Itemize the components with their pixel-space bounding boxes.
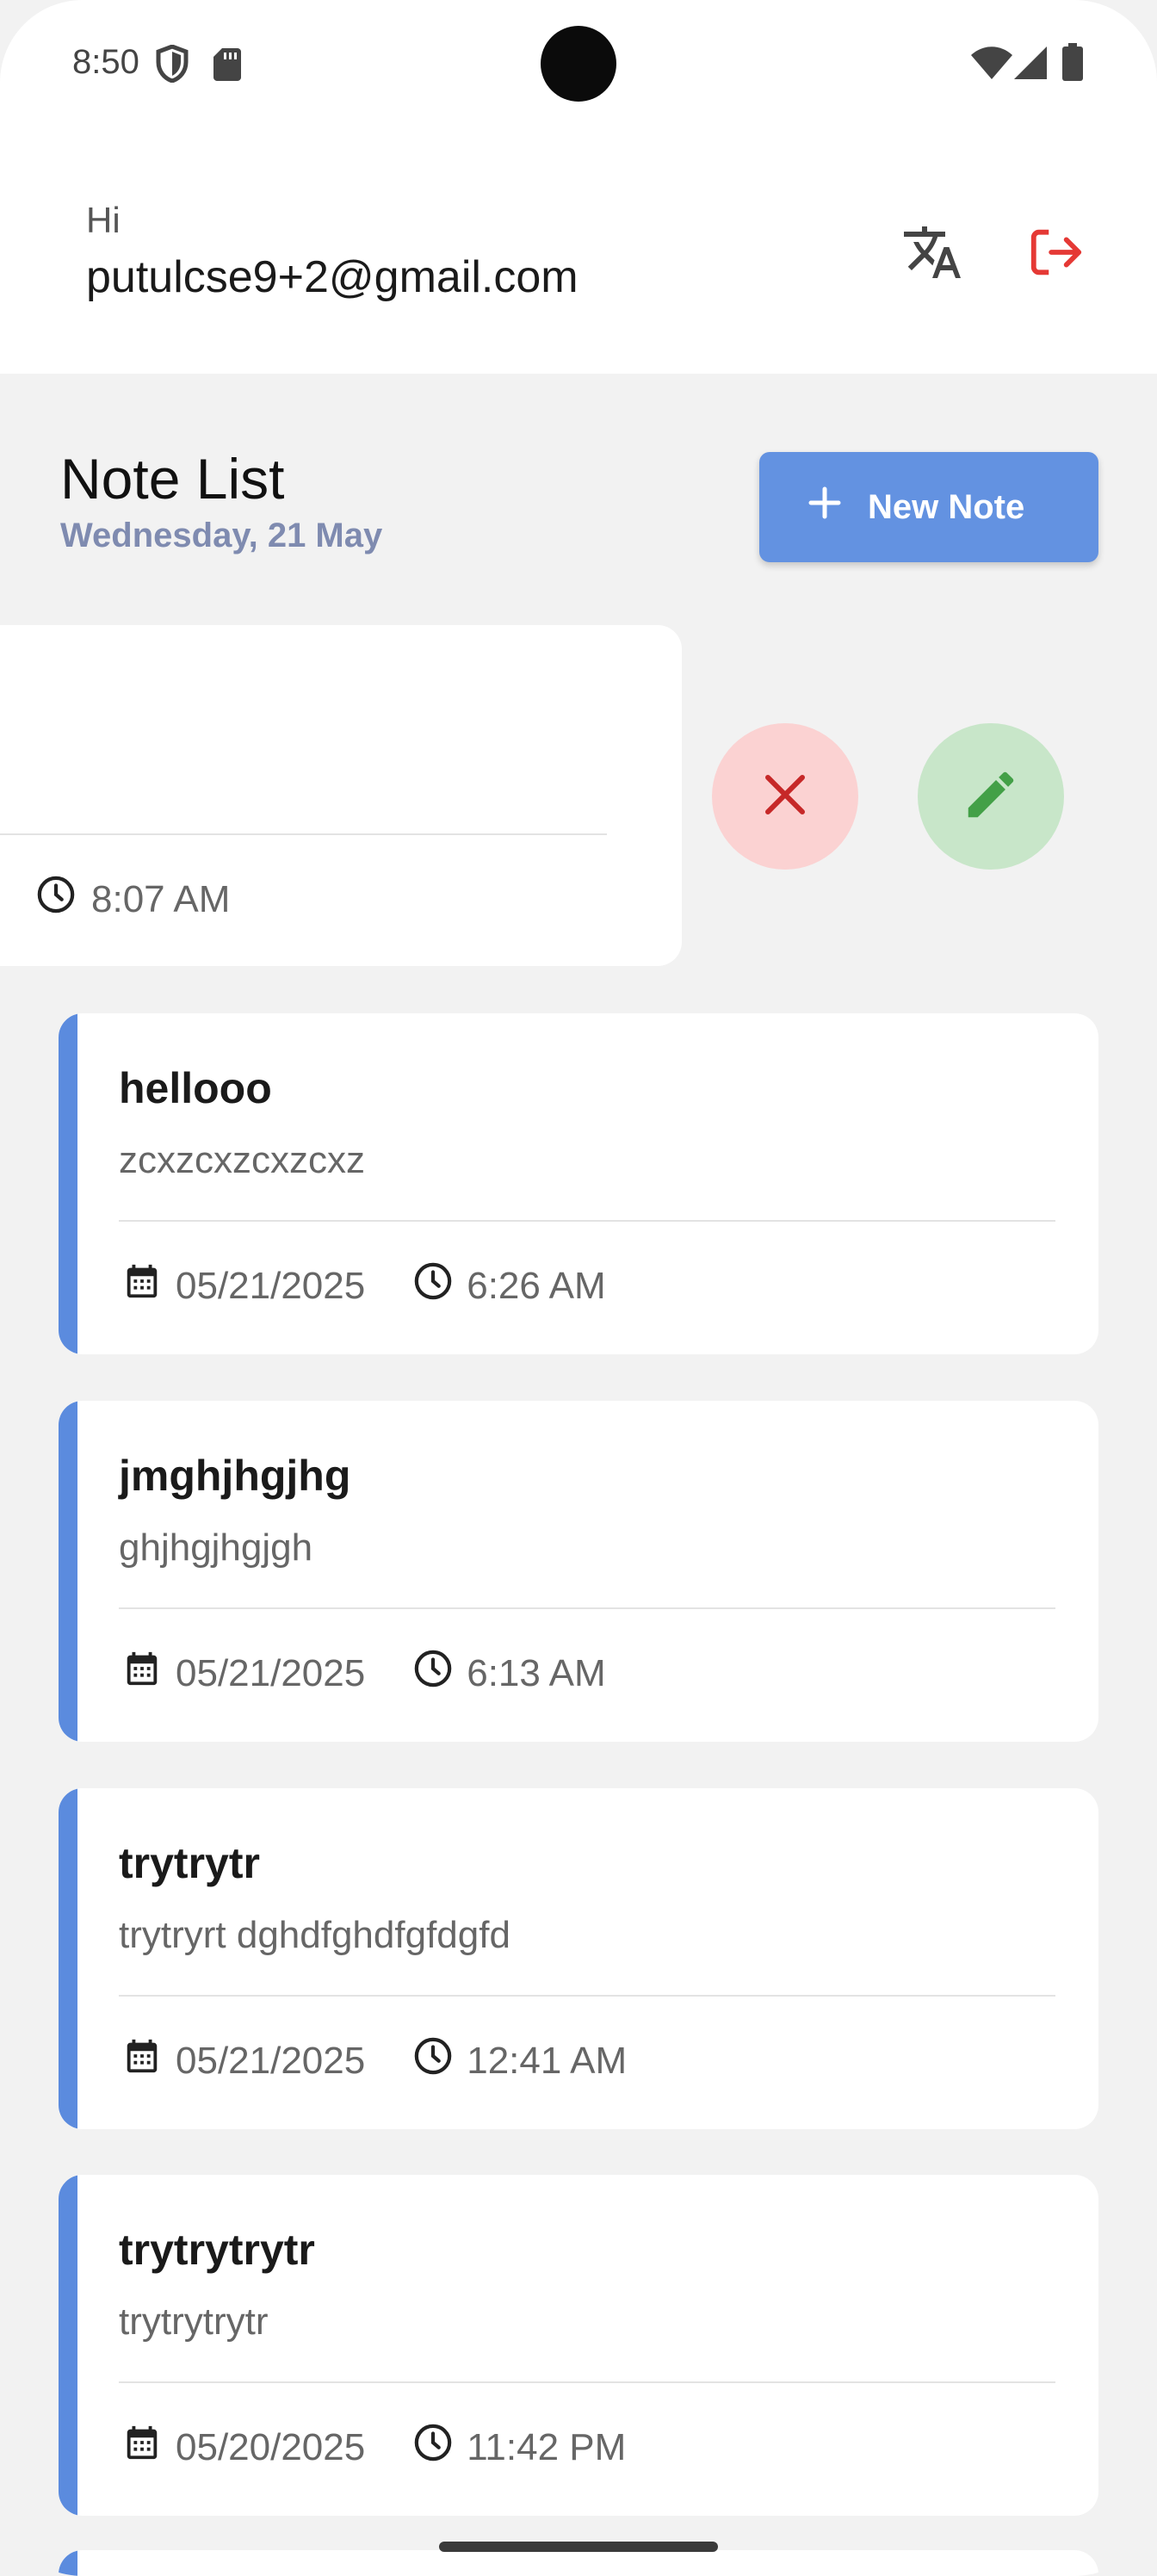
note-body: ghjhgjhgjgh [119, 1526, 313, 1569]
delete-note-button[interactable] [712, 723, 858, 870]
note-body: trytryrt dghdfghdfgfdgfd [119, 1914, 510, 1956]
current-date: Wednesday, 21 May [60, 517, 383, 554]
front-camera [541, 26, 616, 102]
note-date-text: 05/20/2025 [176, 2425, 366, 2468]
note-body: zcxzcxzcxzcxz [119, 1139, 365, 1181]
calendar-icon [122, 2423, 162, 2472]
note-meta: 05/21/2025 6:13 AM [122, 1649, 606, 1698]
note-date: 05/21/2025 [122, 1261, 365, 1310]
note-time: 11:42 PM [413, 2423, 626, 2472]
translate-icon [901, 221, 963, 288]
card-divider [0, 833, 607, 835]
logout-icon [1026, 222, 1086, 287]
wifi-icon [971, 46, 1012, 84]
new-note-label: New Note [868, 487, 1025, 526]
note-meta: 05/20/2025 11:42 PM [122, 2423, 626, 2472]
note-time: 12:41 AM [413, 2036, 627, 2085]
note-title: jmghjhgjhg [119, 1452, 351, 1500]
home-indicator[interactable] [439, 2542, 718, 2552]
note-body: trytrytrytr [119, 2300, 269, 2343]
note-meta: 05/21/2025 12:41 AM [122, 2036, 627, 2085]
calendar-icon [122, 1649, 162, 1698]
shield-icon [155, 44, 189, 87]
note-meta: 05/21/2025 6:26 AM [122, 1261, 606, 1310]
edit-note-button[interactable] [918, 723, 1064, 870]
note-title: hellooo [119, 1064, 272, 1112]
card-accent [59, 1013, 77, 1354]
note-card-peek[interactable] [59, 2550, 1098, 2576]
note-date: 05/20/2025 [122, 2423, 365, 2472]
note-date-text: 05/21/2025 [176, 2039, 366, 2082]
calendar-icon [122, 1261, 162, 1310]
card-divider [119, 2381, 1055, 2383]
sd-card-icon [213, 48, 241, 85]
translate-button[interactable] [894, 215, 971, 293]
new-note-button[interactable]: New Note [759, 452, 1098, 562]
clock-icon [413, 1261, 453, 1310]
plus-icon [807, 486, 842, 529]
swiped-note-card[interactable]: 8:07 AM [0, 625, 682, 966]
status-time: 8:50 [72, 43, 139, 81]
note-time-text: 12:41 AM [467, 2039, 628, 2082]
note-card[interactable]: hellooo zcxzcxzcxzcxz 05/21/2025 6:26 AM [59, 1013, 1098, 1354]
close-icon [759, 769, 811, 825]
note-date: 05/21/2025 [122, 2036, 365, 2085]
note-time: 8:07 AM [36, 875, 230, 924]
note-time-text: 8:07 AM [91, 877, 231, 920]
note-time: 6:13 AM [413, 1649, 606, 1698]
card-accent [59, 2550, 77, 2576]
page-title: Note List [60, 447, 285, 511]
pencil-icon [961, 765, 1021, 829]
cellular-icon [1014, 46, 1047, 84]
clock-icon [36, 875, 76, 924]
note-date: 05/21/2025 [122, 1649, 365, 1698]
top-header-area: 8:50 Hi putulcse9+2@gmail.com [0, 0, 1157, 374]
clock-icon [413, 2036, 453, 2085]
greeting-label: Hi [86, 200, 121, 240]
note-time-text: 6:13 AM [467, 1651, 606, 1694]
clock-icon [413, 2423, 453, 2472]
user-email: putulcse9+2@gmail.com [86, 252, 578, 302]
card-divider [119, 1607, 1055, 1609]
card-accent [59, 2175, 77, 2516]
note-time-text: 6:26 AM [467, 1264, 606, 1307]
battery-icon [1062, 43, 1083, 85]
note-title: trytrytr [119, 1839, 260, 1887]
card-accent [59, 1788, 77, 2129]
note-time-text: 11:42 PM [467, 2425, 627, 2468]
note-card[interactable]: trytrytrytr trytrytrytr 05/20/2025 11:42 PM [59, 2175, 1098, 2516]
status-bar: 8:50 [0, 0, 1157, 129]
card-accent [59, 1401, 77, 1742]
note-date-text: 05/21/2025 [176, 1651, 366, 1694]
note-date-text: 05/21/2025 [176, 1264, 366, 1307]
note-card[interactable]: trytrytr trytryrt dghdfghdfgfdgfd 05/21/20… [59, 1788, 1098, 2129]
logout-button[interactable] [1018, 215, 1095, 293]
note-time: 6:26 AM [413, 1261, 606, 1310]
calendar-icon [122, 2036, 162, 2085]
card-divider [119, 1995, 1055, 1997]
card-divider [119, 1220, 1055, 1222]
clock-icon [413, 1649, 453, 1698]
note-card[interactable]: jmghjhgjhg ghjhgjhgjgh 05/21/2025 6:13 AM [59, 1401, 1098, 1742]
note-title: trytrytrytr [119, 2226, 315, 2274]
app-screen: 8:50 Hi putulcse9+2@gmail.com Note List … [0, 0, 1157, 2576]
